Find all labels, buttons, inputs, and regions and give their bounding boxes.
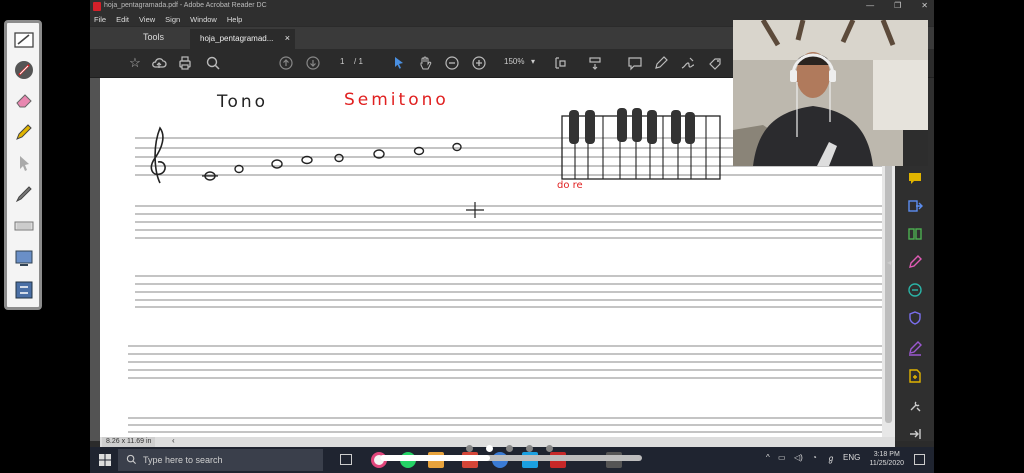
page-fit-icon[interactable] [552, 55, 570, 73]
pointer-icon[interactable] [13, 153, 35, 175]
export-pdf-icon[interactable] [907, 198, 923, 214]
disable-annotation-icon[interactable] [13, 59, 35, 81]
taskbar-search-placeholder: Type here to search [143, 455, 223, 465]
slide-dot[interactable] [506, 445, 513, 452]
select-cursor-icon[interactable] [390, 55, 408, 73]
hand-tool-icon[interactable] [416, 55, 434, 73]
create-pdf-icon[interactable] [907, 368, 923, 384]
fill-sign-icon[interactable] [706, 55, 724, 73]
expand-panel-arrow-icon[interactable]: ◂ [887, 258, 891, 267]
video-progress-bar[interactable] [380, 455, 642, 461]
more-tools-icon[interactable] [907, 398, 923, 414]
slide-dot[interactable] [466, 445, 473, 452]
send-for-review-icon[interactable] [907, 282, 923, 298]
note-2 [234, 164, 244, 174]
menu-file[interactable]: File [94, 15, 106, 24]
highlight-pen-icon[interactable] [652, 55, 670, 73]
protect-shield-icon[interactable] [907, 310, 923, 326]
search-icon[interactable] [204, 55, 222, 73]
clock-time: 3:18 PM [873, 451, 900, 458]
video-progress-fill [380, 455, 491, 461]
slide-dot-active[interactable] [486, 445, 493, 452]
page-number-input[interactable]: 1 [340, 57, 344, 66]
page-size-label: 8.26 x 11.69 in [102, 437, 156, 447]
note-3 [271, 159, 283, 169]
tab-tools[interactable]: Tools [143, 32, 164, 42]
staff-3 [135, 275, 882, 308]
acrobat-icon [93, 2, 101, 11]
windows-start-icon[interactable] [99, 454, 111, 466]
label-do-re: do re [557, 180, 583, 191]
pen-icon[interactable] [13, 121, 35, 143]
print-icon[interactable] [176, 55, 194, 73]
network-icon[interactable]: ▭ [778, 453, 786, 462]
comment-icon[interactable] [626, 55, 644, 73]
close-button[interactable]: ✕ [921, 1, 928, 10]
staff-4 [128, 345, 882, 379]
whiteboard-icon[interactable] [13, 29, 35, 51]
note-8 [452, 142, 462, 152]
marker-icon[interactable] [13, 183, 35, 205]
comment-panel-icon[interactable] [907, 170, 923, 186]
task-view-icon[interactable] [340, 454, 352, 465]
label-tono: Tono [217, 92, 269, 112]
eraser-icon[interactable] [13, 89, 35, 111]
keyboard-icon[interactable] [13, 215, 35, 237]
edit-pdf-icon[interactable] [907, 254, 923, 270]
cloud-upload-icon[interactable] [150, 55, 168, 73]
sign-icon[interactable] [679, 55, 697, 73]
webcam-video [733, 20, 928, 166]
tray-chevron-icon[interactable]: ^ [766, 453, 770, 462]
annotation-toolbox [4, 20, 42, 310]
slide-dot[interactable] [526, 445, 533, 452]
staff-2 [135, 205, 882, 239]
collapse-panel-icon[interactable] [907, 426, 923, 442]
organize-pages-icon[interactable] [907, 226, 923, 242]
crosshair-cursor [466, 202, 484, 218]
clock[interactable]: 3:18 PM 11/25/2020 [869, 450, 904, 468]
label-semitono: Semitono [344, 90, 449, 110]
chevron-down-icon[interactable]: ▾ [531, 57, 535, 66]
language-indicator[interactable]: ENG [843, 453, 860, 462]
tab-document-label: hoja_pentagramad... [200, 34, 274, 43]
notification-icon[interactable] [914, 454, 925, 465]
scroll-left-icon[interactable]: ‹ [172, 436, 175, 445]
zoom-level-select[interactable]: 150% [504, 57, 524, 66]
pen-workspace-icon[interactable]: ℊ [827, 453, 835, 464]
menu-window[interactable]: Window [190, 15, 217, 24]
staff-5 [128, 417, 882, 433]
zoom-out-icon[interactable] [443, 55, 461, 73]
tab-document[interactable]: hoja_pentagramad... × [190, 29, 295, 49]
next-page-icon[interactable] [304, 55, 322, 73]
bookmark-star-icon[interactable]: ☆ [126, 55, 144, 73]
webcam-person [733, 20, 928, 166]
volume-icon[interactable]: ◁) [794, 453, 803, 462]
page-total: / 1 [354, 57, 363, 66]
piano-keyboard-sketch [561, 108, 721, 180]
zoom-in-icon[interactable] [470, 55, 488, 73]
taskbar-search-input[interactable]: Type here to search [118, 449, 323, 471]
slide-indicator [466, 445, 566, 453]
slide-dot[interactable] [546, 445, 553, 452]
clock-date: 11/25/2020 [869, 460, 904, 467]
previous-page-icon[interactable] [277, 55, 295, 73]
screen-switch-icon[interactable] [13, 279, 35, 301]
menu-help[interactable]: Help [227, 15, 242, 24]
screen-capture-icon[interactable] [13, 247, 35, 269]
menu-view[interactable]: View [139, 15, 155, 24]
window-title: hoja_pentagramada.pdf - Adobe Acrobat Re… [104, 2, 267, 9]
tab-close-button[interactable]: × [285, 33, 290, 43]
note-5 [334, 153, 344, 163]
minimize-button[interactable]: — [866, 1, 874, 10]
menu-edit[interactable]: Edit [116, 15, 129, 24]
fill-sign-panel-icon[interactable] [907, 340, 923, 356]
note-4 [301, 155, 313, 165]
title-bar: hoja_pentagramada.pdf - Adobe Acrobat Re… [90, 0, 934, 13]
note-7 [413, 146, 425, 156]
search-icon [126, 454, 137, 465]
scroll-mode-icon[interactable] [586, 55, 604, 73]
wifi-icon[interactable]: ◔ [812, 453, 817, 462]
menu-sign[interactable]: Sign [165, 15, 180, 24]
maximize-button[interactable]: ❐ [894, 1, 901, 10]
